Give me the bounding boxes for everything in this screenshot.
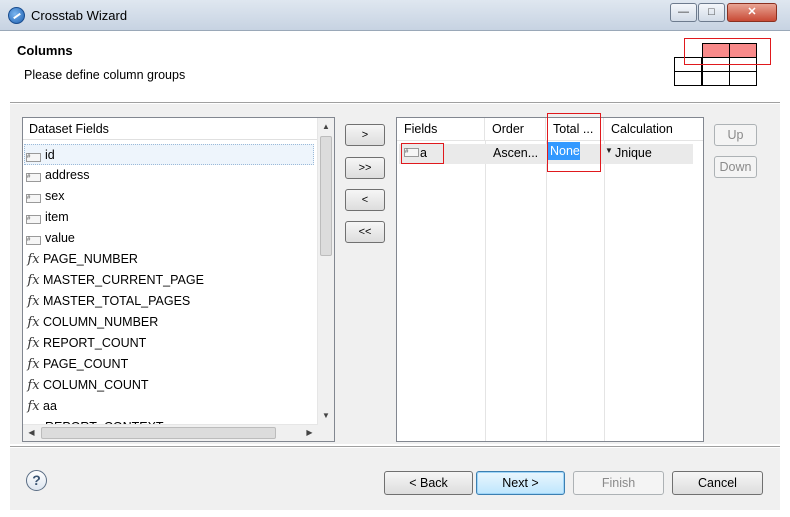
fx-icon: fx (27, 294, 40, 309)
list-item[interactable]: fx aa (25, 396, 313, 417)
list-item-label: aa (43, 399, 57, 413)
list-item[interactable]: fx PAGE_NUMBER (25, 249, 313, 270)
move-up-button[interactable]: Up (714, 124, 757, 146)
list-item[interactable]: fx MASTER_TOTAL_PAGES (25, 291, 313, 312)
list-item-label: item (45, 210, 69, 224)
list-item-label: value (45, 231, 75, 245)
col-header-order[interactable]: Order (485, 118, 546, 140)
list-item[interactable]: fx COLUMN_COUNT (25, 375, 313, 396)
list-item-label: id (45, 148, 55, 162)
dataset-fields-vscroll[interactable]: ▲ ▼ (317, 118, 334, 441)
minimize-button[interactable]: — (670, 3, 697, 22)
title-bar: Crosstab Wizard — □ ✕ (0, 0, 790, 31)
wizard-app-icon (8, 7, 25, 24)
page-title: Columns (17, 43, 73, 58)
button-bar: ? < Back Next > Finish Cancel (10, 448, 780, 510)
list-item-label: REPORT_COUNT (43, 336, 147, 350)
highlight-box-field-a (401, 143, 444, 164)
fx-icon: fx (27, 357, 40, 372)
maximize-button[interactable]: □ (698, 3, 725, 22)
add-all-fields-button[interactable]: >> (345, 157, 385, 179)
scroll-down-icon[interactable]: ▼ (318, 407, 334, 424)
list-item-label: MASTER_CURRENT_PAGE (43, 273, 204, 287)
list-item-label: COLUMN_NUMBER (43, 315, 159, 329)
vscroll-thumb[interactable] (320, 136, 332, 256)
remove-all-fields-button[interactable]: << (345, 221, 385, 243)
remove-field-button[interactable]: < (345, 189, 385, 211)
add-field-button[interactable]: > (345, 124, 385, 146)
cancel-button[interactable]: Cancel (672, 471, 763, 495)
list-item-label: PAGE_COUNT (43, 357, 129, 371)
list-item-label: address (45, 168, 90, 182)
scroll-right-icon[interactable]: ▶ (301, 425, 318, 441)
list-item[interactable]: # value (25, 228, 313, 249)
list-item[interactable]: fx REPORT_COUNT (25, 333, 313, 354)
list-item[interactable]: fx PAGE_COUNT (25, 354, 313, 375)
row-calculation[interactable]: Jnique (615, 146, 652, 160)
content-area: Dataset Fields # id # address # sex # item # valu… (10, 104, 780, 444)
scroll-up-icon[interactable]: ▲ (318, 118, 334, 135)
list-item[interactable]: fx MASTER_CURRENT_PAGE (25, 270, 313, 291)
page-description: Please define column groups (24, 68, 186, 82)
fx-icon: fx (27, 399, 40, 414)
dataset-fields-list[interactable]: Dataset Fields # id # address # sex # item # valu… (22, 117, 335, 442)
fx-icon: fx (27, 378, 40, 393)
move-down-button[interactable]: Down (714, 156, 757, 178)
field-icon: # (26, 236, 41, 245)
col-header-calculation[interactable]: Calculation (604, 118, 703, 140)
list-item[interactable]: # id (24, 144, 314, 165)
list-item-label: COLUMN_COUNT (43, 378, 149, 392)
list-item[interactable]: # item (25, 207, 313, 228)
fx-icon: fx (27, 273, 40, 288)
row-order[interactable]: Ascen... (493, 146, 538, 160)
scroll-left-icon[interactable]: ◀ (23, 425, 40, 441)
list-item[interactable]: fx COLUMN_NUMBER (25, 312, 313, 333)
highlight-box-total-column (547, 113, 601, 172)
calculation-dropdown-icon[interactable]: ▼ (605, 146, 613, 155)
list-item[interactable]: # sex (25, 186, 313, 207)
back-button[interactable]: < Back (384, 471, 473, 495)
wizard-header: Columns Please define column groups (10, 32, 780, 102)
hscroll-thumb[interactable] (41, 427, 276, 439)
list-item[interactable]: # address (25, 165, 313, 186)
next-button[interactable]: Next > (476, 471, 565, 495)
dataset-fields-header: Dataset Fields (23, 118, 334, 140)
list-item-label: sex (45, 189, 65, 203)
field-icon: # (26, 215, 41, 224)
fx-icon: fx (27, 252, 40, 267)
help-icon[interactable]: ? (26, 470, 47, 491)
window-title: Crosstab Wizard (31, 8, 128, 23)
field-icon: # (26, 153, 41, 162)
highlight-box-header-icon (684, 38, 771, 65)
list-item-label: PAGE_NUMBER (43, 252, 138, 266)
col-header-fields[interactable]: Fields (397, 118, 485, 140)
close-button[interactable]: ✕ (727, 3, 777, 22)
field-icon: # (26, 173, 41, 182)
field-icon: # (26, 194, 41, 203)
dataset-fields-hscroll[interactable]: ◀ ▶ (23, 424, 318, 441)
fx-icon: fx (27, 336, 40, 351)
list-item-label: MASTER_TOTAL_PAGES (43, 294, 191, 308)
fx-icon: fx (27, 315, 40, 330)
finish-button[interactable]: Finish (573, 471, 664, 495)
